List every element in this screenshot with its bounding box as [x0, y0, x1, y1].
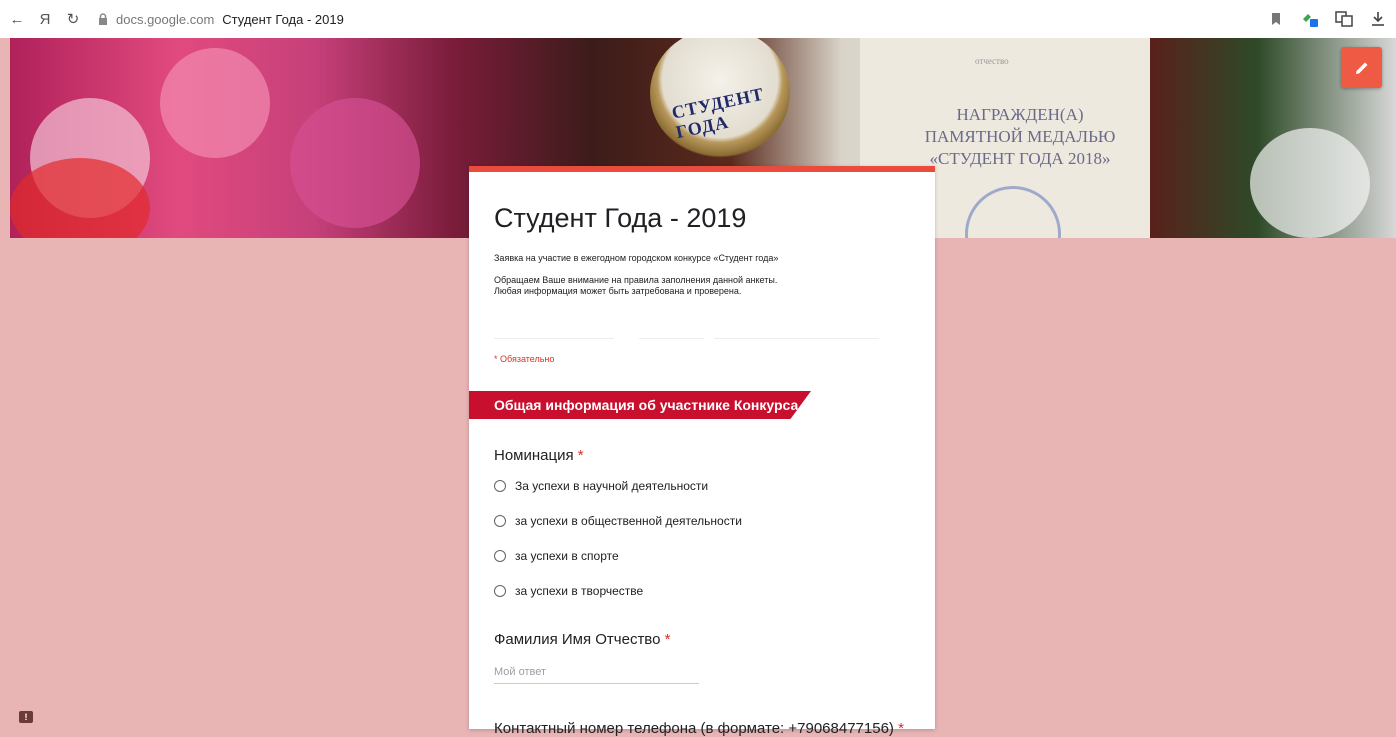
browser-toolbar: ← Я ↻ docs.google.com Студент Года - 201…: [0, 0, 1396, 38]
radio-option[interactable]: за успехи в творчестве: [494, 584, 643, 598]
radio-button[interactable]: [494, 550, 506, 562]
required-star: *: [577, 447, 584, 464]
required-star: *: [664, 631, 671, 648]
radio-button[interactable]: [494, 480, 506, 492]
divider: [639, 338, 704, 339]
banner-flower: [290, 98, 420, 228]
lock-icon: [98, 12, 110, 26]
fio-input[interactable]: Мой ответ: [494, 666, 699, 684]
section-title: Общая информация об участнике Конкурса: [494, 397, 799, 413]
pencil-icon: [1355, 62, 1367, 74]
radio-button[interactable]: [494, 515, 506, 527]
form-description: Заявка на участие в ежегодном городском …: [494, 253, 779, 263]
download-icon[interactable]: [1368, 9, 1388, 29]
option-label: за успехи в творчестве: [515, 584, 644, 598]
required-note: * Обязательно: [494, 354, 555, 364]
divider: [714, 338, 879, 339]
page-title-address[interactable]: Студент Года - 2019: [222, 12, 344, 27]
question-nomination: Номинация *: [494, 447, 584, 464]
banner-flower: [160, 48, 270, 158]
section-header: Общая информация об участнике Конкурса: [469, 391, 811, 419]
banner-flower: [1250, 128, 1370, 238]
divider: [494, 338, 614, 339]
extension-icon[interactable]: [1300, 9, 1320, 29]
radio-button[interactable]: [494, 585, 506, 597]
reload-icon[interactable]: ↻: [62, 10, 84, 28]
form-rules-line: Любая информация может быть затребована …: [494, 286, 742, 296]
radio-option[interactable]: за успехи в спорте: [494, 549, 619, 563]
certificate-text: НАГРАЖДЕН(А) ПАМЯТНОЙ МЕДАЛЬЮ «СТУДЕНТ Г…: [924, 105, 1116, 168]
form-rules-line: Обращаем Ваше внимание на правила заполн…: [494, 275, 778, 285]
back-icon[interactable]: ←: [6, 11, 28, 28]
question-fio: Фамилия Имя Отчество *: [494, 631, 670, 648]
form-title: Студент Года - 2019: [494, 203, 747, 233]
address-domain[interactable]: docs.google.com: [116, 12, 214, 27]
report-icon[interactable]: !: [19, 711, 33, 723]
option-label: за успехи в общественной деятельности: [515, 514, 742, 528]
radio-option[interactable]: За успехи в научной деятельности: [494, 479, 708, 493]
yandex-icon[interactable]: Я: [34, 11, 56, 28]
edit-button[interactable]: [1341, 47, 1382, 88]
form-rules: Обращаем Ваше внимание на правила заполн…: [494, 275, 894, 297]
option-label: за успехи в спорте: [515, 549, 619, 563]
bookmark-icon[interactable]: [1266, 9, 1286, 29]
question-label: Номинация: [494, 447, 574, 464]
option-label: За успехи в научной деятельности: [515, 479, 709, 493]
radio-option[interactable]: за успехи в общественной деятельности: [494, 514, 742, 528]
translate-icon[interactable]: [1334, 9, 1354, 29]
certificate-caption: отчество: [975, 56, 1009, 66]
toolbar-right: [1266, 0, 1388, 38]
question-label: Фамилия Имя Отчество: [494, 631, 661, 648]
form-card: Студент Года - 2019 Заявка на участие в …: [469, 166, 935, 737]
